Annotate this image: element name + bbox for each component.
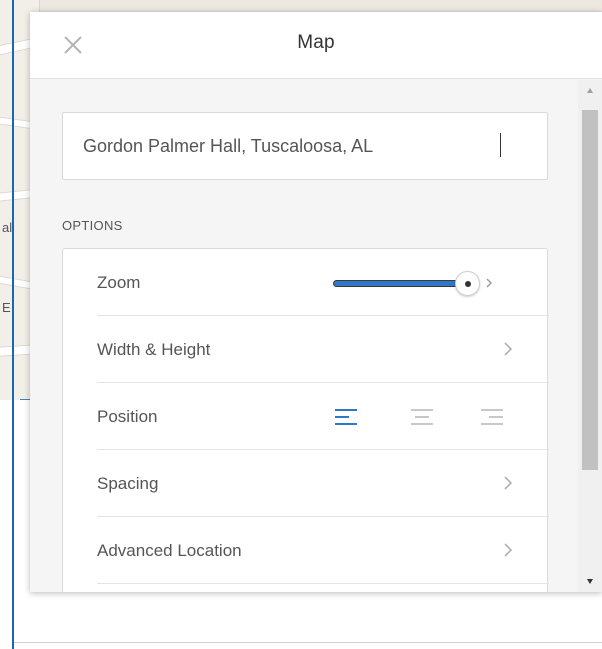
zoom-slider-thumb[interactable] <box>455 271 480 296</box>
option-advanced-location[interactable]: Advanced Location <box>97 517 549 584</box>
scroll-down-button[interactable] <box>578 570 602 592</box>
location-input[interactable] <box>62 112 548 180</box>
option-zoom-label: Zoom <box>97 273 141 292</box>
option-spacing-label: Spacing <box>97 474 159 493</box>
panel-scrollbar[interactable] <box>578 80 602 592</box>
option-width-height[interactable]: Width & Height <box>97 316 549 383</box>
page-divider <box>14 642 602 643</box>
zoom-slider[interactable] <box>333 271 493 296</box>
panel-title: Map <box>297 32 335 53</box>
align-left-button[interactable] <box>333 406 359 428</box>
option-position-label: Position <box>97 407 158 426</box>
map-settings-panel: Map OPTIONS Zoom Width & Height <box>30 12 602 592</box>
map-label-fragment: al <box>2 220 13 235</box>
panel-header: Map <box>30 12 602 79</box>
option-position: Position <box>97 383 549 450</box>
chevron-right-icon <box>486 278 492 288</box>
scroll-up-button[interactable] <box>578 80 602 102</box>
map-top-strip <box>0 0 602 12</box>
align-center-icon <box>411 409 433 425</box>
triangle-down-icon <box>587 579 593 584</box>
option-zoom: Zoom <box>97 249 549 316</box>
options-section-label: OPTIONS <box>62 218 123 233</box>
option-width-height-label: Width & Height <box>97 340 211 359</box>
option-spacing[interactable]: Spacing <box>97 450 549 517</box>
align-left-icon <box>335 409 357 425</box>
page-left-border <box>12 0 14 649</box>
align-center-button[interactable] <box>409 406 435 428</box>
option-advanced-location-label: Advanced Location <box>97 541 242 560</box>
options-list: Zoom Width & Height Position Spacing Adv… <box>62 248 549 592</box>
scrollbar-thumb[interactable] <box>582 110 598 470</box>
triangle-up-icon <box>587 88 593 93</box>
zoom-slider-track <box>333 280 473 287</box>
chevron-right-icon <box>503 475 513 491</box>
map-label-fragment: E <box>2 300 11 315</box>
panel-content: OPTIONS Zoom Width & Height <box>30 80 578 592</box>
chevron-right-icon <box>503 341 513 357</box>
position-align-group <box>333 406 523 428</box>
chevron-right-icon <box>503 542 513 558</box>
align-right-button[interactable] <box>479 406 505 428</box>
align-right-icon <box>481 409 503 425</box>
text-caret <box>500 133 501 157</box>
